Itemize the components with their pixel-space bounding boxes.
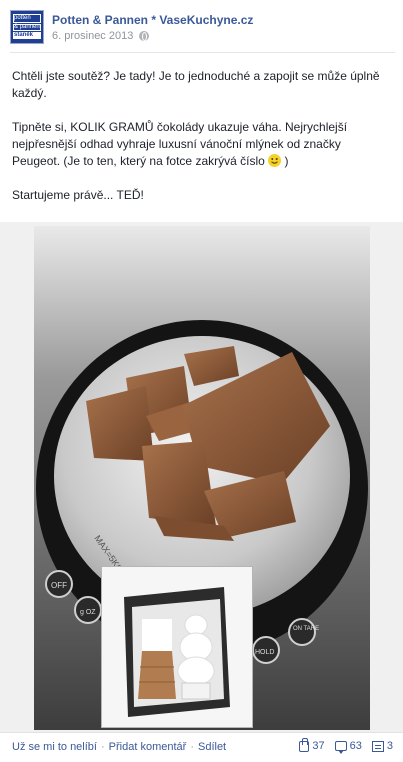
smiley-icon — [268, 154, 282, 167]
avatar-text-line3: staněk — [14, 32, 34, 38]
grinder-top-left — [142, 619, 172, 651]
page-avatar[interactable]: potten & pannen staněk — [10, 10, 44, 44]
engagement-counts: 37 63 3 — [299, 737, 393, 754]
post-paragraph-2-tail: ) — [281, 154, 289, 168]
add-comment-link[interactable]: Přidat komentář — [109, 741, 187, 753]
post-actions: Už se mi to nelíbí · Přidat komentář · S… — [12, 741, 226, 753]
author-name[interactable]: Potten & Pannen * VaseKuchyne.cz — [52, 13, 253, 27]
comments-value: 63 — [349, 740, 362, 752]
chocolate-piece — [142, 441, 216, 526]
scale-unit-label: g OZ — [80, 609, 96, 616]
post-paragraph-3: Startujeme právě... TEĎ! — [12, 188, 144, 202]
comment-icon — [334, 741, 347, 754]
scale-tare-button — [288, 618, 316, 646]
scale-hold-label: HOLD — [255, 649, 274, 656]
post-header: potten & pannen staněk Potten & Pannen *… — [10, 10, 395, 44]
share-link[interactable]: Sdílet — [198, 741, 226, 753]
likes-count[interactable]: 37 — [299, 737, 325, 752]
shares-count[interactable]: 3 — [371, 740, 393, 752]
unlike-link[interactable]: Už se mi to nelíbí — [12, 741, 97, 753]
share-icon — [371, 740, 384, 752]
header-divider — [10, 52, 395, 53]
scale-off-label: OFF — [51, 581, 67, 590]
scale-tare-label: ON TARE — [293, 626, 319, 632]
shares-value: 3 — [386, 740, 393, 752]
avatar-text-line1: potten — [14, 15, 31, 21]
post-paragraph-2: Tipněte si, KOLIK GRAMŮ čokolády ukazuje… — [12, 119, 392, 170]
post-date[interactable]: 6. prosinec 2013 — [52, 30, 133, 42]
white-grinder — [184, 614, 208, 636]
post-text: Chtěli jste soutěž? Je tady! Je to jedno… — [12, 68, 392, 221]
action-separator: · — [190, 741, 194, 753]
post-paragraph-1: Chtěli jste soutěž? Je tady! Je to jedno… — [12, 69, 380, 100]
comments-count[interactable]: 63 — [334, 740, 362, 754]
facebook-post: potten & pannen staněk Potten & Pannen *… — [0, 0, 403, 762]
grinder-box-illustration — [102, 567, 252, 727]
wooden-grinder — [138, 651, 176, 699]
like-icon — [299, 737, 310, 752]
globe-icon[interactable] — [139, 31, 150, 41]
post-footer: Už se mi to nelíbí · Přidat komentář · S… — [0, 732, 403, 762]
avatar-text-line2: & pannen — [14, 24, 40, 30]
product-inset-photo — [101, 566, 253, 728]
post-meta: 6. prosinec 2013 — [52, 30, 150, 42]
action-separator: · — [100, 741, 105, 753]
likes-value: 37 — [312, 740, 325, 752]
post-paragraph-2-text: Tipněte si, KOLIK GRAMŮ čokolády ukazuje… — [12, 120, 348, 168]
